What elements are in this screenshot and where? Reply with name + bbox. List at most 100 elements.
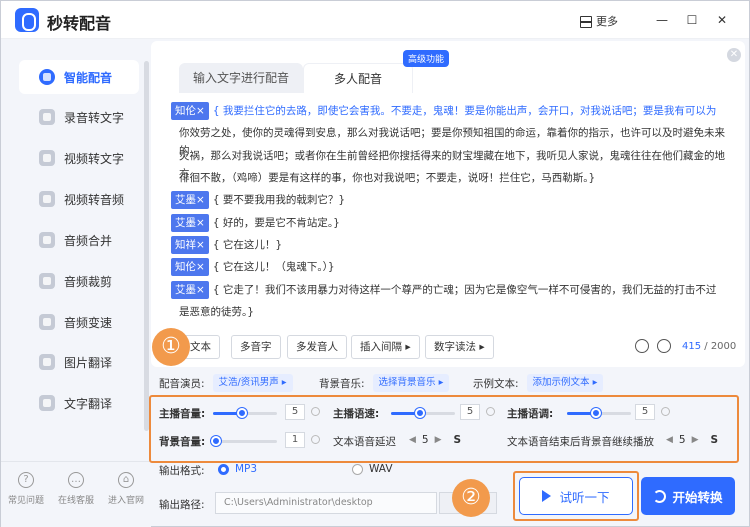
sidebar-item-smart-dub[interactable]: 智能配音 (19, 60, 139, 94)
callout-one: ① (152, 328, 190, 366)
sidebar-item-label: 视频转文字 (64, 151, 125, 166)
speaker-tag[interactable]: 知伦× (171, 258, 209, 276)
speaker-tag[interactable]: 艾墨× (171, 214, 209, 232)
app-logo-icon (15, 8, 39, 32)
voice-setting: 配音演员: 艾浩/资讯男声 ▸ (159, 373, 293, 393)
sidebar-scrollbar[interactable] (144, 61, 149, 431)
insert-pause-button[interactable]: 插入间隔 ▸ (351, 335, 420, 359)
close-window-button[interactable]: ✕ (713, 11, 731, 29)
close-panel-icon[interactable]: ✕ (727, 48, 741, 62)
play-icon (542, 490, 552, 502)
bg-continue-stepper[interactable]: ◀ 5 ▶ S (666, 434, 718, 446)
main-speed-value[interactable]: 5 (460, 404, 480, 420)
slider-knob[interactable] (590, 408, 601, 418)
multi-speaker-button[interactable]: 多发音人 (287, 335, 347, 359)
sidebar-item-record-to-text[interactable]: 录音转文字 (19, 100, 139, 134)
reset-icon[interactable] (661, 407, 670, 416)
speaker-tag[interactable]: 艾墨× (171, 191, 209, 209)
char-count: 415 / 2000 (682, 341, 736, 352)
main-speed-slider[interactable] (391, 408, 455, 418)
bgm-select[interactable]: 选择背景音乐 ▸ (372, 374, 450, 392)
increment-icon[interactable]: ▶ (435, 435, 442, 445)
increment-icon[interactable]: ▶ (692, 435, 699, 445)
app-title: 秒转配音 (47, 14, 112, 33)
main-volume-slider[interactable] (213, 408, 277, 418)
bg-continue-unit: S (710, 434, 719, 446)
decrement-icon[interactable]: ◀ (666, 435, 673, 445)
start-convert-label: 开始转换 (672, 489, 723, 505)
sidebar-item-video-to-text[interactable]: 视频转文字 (19, 141, 139, 175)
script-line: 徘徊不散，（鸡啼）要是有这样的事，你也对我说吧；不要走，说呀！拦住它，马西勒斯。… (179, 169, 595, 187)
reset-icon[interactable] (311, 407, 320, 416)
wav-radio[interactable] (352, 464, 363, 475)
script-line: 知伦×{ 我要拦住它的去路，即使它会害我。不要走，鬼魂！要是你能出声，会开口，对… (171, 102, 716, 120)
script-line: 艾墨×{ 好的，要是它不肯站定。} (171, 214, 340, 232)
text-delay-label: 文本语音延迟 (333, 436, 396, 448)
audio-speed-icon (39, 314, 55, 330)
start-convert-button[interactable]: 开始转换 (641, 477, 735, 515)
output-path-field[interactable]: C:\Users\Administrator\desktop (215, 492, 437, 514)
try-listen-label: 试听一下 (559, 489, 610, 505)
sample-label: 示例文本: (473, 377, 519, 390)
main-volume-value[interactable]: 5 (285, 404, 305, 420)
more-menu-button[interactable]: 更多 (579, 13, 618, 29)
bg-continue-value: 5 (678, 434, 686, 446)
main-pitch-value[interactable]: 5 (635, 404, 655, 420)
sidebar-item-label: 文字翻译 (64, 396, 113, 411)
script-line: 艾墨×{ 要不要我用我的戟刺它？} (171, 191, 345, 209)
sidebar-item-audio-cut[interactable]: 音频裁剪 (19, 264, 139, 298)
sidebar-item-text-translate[interactable]: 文字翻译 (19, 386, 139, 420)
chat-link[interactable]: … 在线客服 (51, 472, 101, 506)
bg-volume-value[interactable]: 1 (285, 432, 305, 448)
slider-knob[interactable] (414, 408, 425, 418)
sidebar-item-label: 音频裁剪 (64, 274, 113, 289)
video-to-text-icon (39, 150, 55, 166)
app-window: 秒转配音 更多 — ☐ ✕ 智能配音 录音转文字 视频转文字 视频转音频 音频合… (0, 0, 750, 527)
image-translate-icon (39, 354, 55, 370)
reset-icon[interactable] (486, 407, 495, 416)
website-link[interactable]: ⌂ 进入官网 (101, 472, 151, 506)
sample-select[interactable]: 添加示例文本 ▸ (526, 374, 604, 392)
try-listen-button[interactable]: 试听一下 (519, 477, 633, 515)
help-label: 常见问题 (7, 496, 44, 506)
decrement-icon[interactable]: ◀ (409, 435, 416, 445)
speaker-tag[interactable]: 艾墨× (171, 281, 209, 299)
bgm-setting: 背景音乐: 选择背景音乐 ▸ (319, 373, 450, 393)
script-text: { 我要拦住它的去路，即使它会害我。不要走，鬼魂！要是你能出声，会开口，对我说话… (212, 105, 717, 117)
sidebar-item-label: 视频转音频 (64, 192, 125, 207)
sidebar-item-audio-speed[interactable]: 音频变速 (19, 305, 139, 339)
text-delay-stepper[interactable]: ◀ 5 ▶ S (409, 434, 461, 446)
sidebar-item-video-to-audio[interactable]: 视频转音频 (19, 182, 139, 216)
share-icon[interactable] (657, 339, 671, 353)
text-delay-unit: S (453, 434, 462, 446)
speaker-tag[interactable]: 知伦× (171, 102, 209, 120)
reset-icon[interactable] (311, 435, 320, 444)
maximize-button[interactable]: ☐ (683, 11, 701, 29)
sidebar-item-image-translate[interactable]: 图片翻译 (19, 345, 139, 379)
mp3-radio[interactable] (218, 464, 229, 475)
undo-icon[interactable] (635, 339, 649, 353)
script-text: 徘徊不散，（鸡啼）要是有这样的事，你也对我说吧；不要走，说呀！拦住它，马西勒斯。… (179, 172, 596, 184)
char-count-total: / 2000 (701, 341, 737, 352)
minimize-button[interactable]: — (653, 11, 671, 29)
text-translate-icon (39, 395, 55, 411)
record-to-text-icon (39, 109, 55, 125)
smart-dub-icon (39, 69, 55, 85)
main-volume-label: 主播音量: (159, 408, 206, 420)
speaker-tag[interactable]: 知祥× (171, 236, 209, 254)
audio-merge-icon (39, 232, 55, 248)
polyphone-button[interactable]: 多音字 (231, 335, 281, 359)
digit-reading-button[interactable]: 数字读法 ▸ (425, 335, 494, 359)
script-editor[interactable]: 知伦×{ 我要拦住它的去路，即使它会害我。不要走，鬼魂！要是你能出声，会开口，对… (171, 97, 731, 327)
bg-volume-slider[interactable] (211, 436, 277, 446)
help-link[interactable]: ? 常见问题 (1, 472, 51, 506)
more-label: 更多 (596, 15, 618, 28)
main-pitch-slider[interactable] (567, 408, 631, 418)
callout-two: ② (452, 479, 490, 517)
sidebar-item-audio-merge[interactable]: 音频合并 (19, 223, 139, 257)
convert-icon (653, 489, 667, 503)
voice-select[interactable]: 艾浩/资讯男声 ▸ (212, 374, 293, 392)
tab-multi-dub[interactable]: 多人配音 (303, 63, 414, 93)
slider-knob[interactable] (236, 408, 247, 418)
tab-text-dub[interactable]: 输入文字进行配音 (179, 63, 304, 93)
